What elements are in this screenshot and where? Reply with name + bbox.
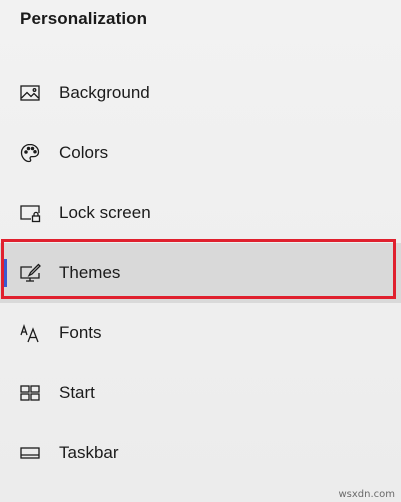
- watermark: wsxdn.com: [338, 489, 395, 500]
- page-title: Personalization: [20, 9, 148, 28]
- fonts-icon: [19, 322, 41, 344]
- start-tiles-icon: [19, 382, 41, 404]
- nav-item-label: Start: [59, 383, 95, 402]
- nav-item-label: Taskbar: [59, 443, 119, 462]
- taskbar-icon: [19, 442, 41, 464]
- brush-monitor-icon: [19, 262, 41, 284]
- palette-icon: [19, 142, 41, 164]
- picture-icon: [19, 82, 41, 104]
- nav-item-label: Themes: [59, 263, 121, 282]
- lock-screen-icon: [19, 202, 41, 224]
- nav-item-start[interactable]: Start: [0, 363, 401, 423]
- nav-item-fonts[interactable]: Fonts: [0, 303, 401, 363]
- selection-indicator: [4, 259, 7, 287]
- nav-item-background[interactable]: Background: [0, 63, 401, 123]
- nav-item-themes[interactable]: Themes: [0, 243, 401, 303]
- nav-item-label: Colors: [59, 143, 109, 162]
- nav-item-label: Background: [59, 83, 150, 102]
- nav-item-colors[interactable]: Colors: [0, 123, 401, 183]
- nav-item-label: Fonts: [59, 323, 102, 342]
- settings-pane: Personalization Background Colors Lock s…: [0, 0, 401, 502]
- personalization-nav: Background Colors Lock screen Themes Fon…: [0, 63, 401, 483]
- nav-item-lock-screen[interactable]: Lock screen: [0, 183, 401, 243]
- nav-item-taskbar[interactable]: Taskbar: [0, 423, 401, 483]
- nav-item-label: Lock screen: [59, 203, 151, 222]
